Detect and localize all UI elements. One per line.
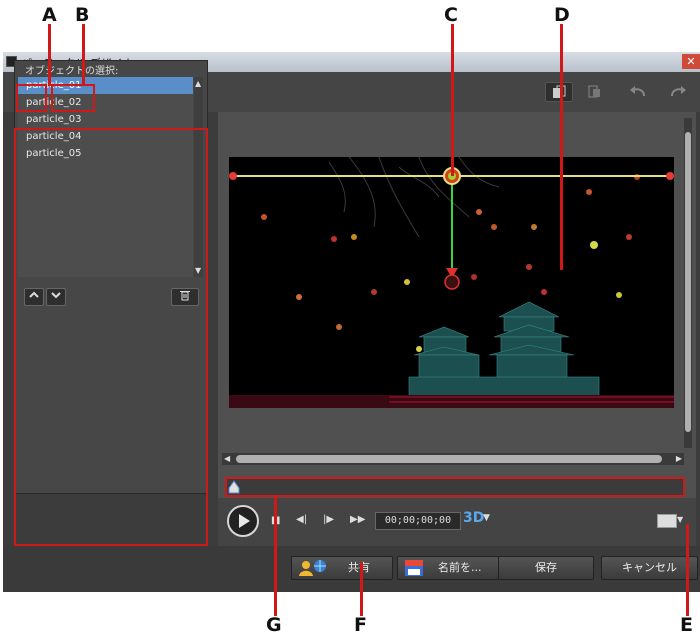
copy-glyph-icon (553, 85, 566, 98)
callout-c: C (444, 4, 458, 26)
save-as-icon (404, 559, 426, 585)
highlight-a (16, 84, 47, 112)
right-emitter-handle[interactable] (666, 172, 674, 180)
paste-icon[interactable] (581, 82, 607, 100)
scroll-up-icon[interactable]: ▲ (195, 79, 201, 88)
left-emitter-handle[interactable] (229, 172, 237, 180)
play-button[interactable] (227, 505, 259, 537)
cancel-button[interactable]: キャンセル (601, 556, 698, 580)
share-icon (298, 559, 328, 585)
display-mode-dropdown-icon[interactable]: ▼ (677, 515, 683, 524)
pointer-b (82, 24, 85, 86)
highlight-g (225, 477, 685, 497)
prev-frame-icon[interactable]: ◀| (296, 514, 307, 525)
next-frame-icon[interactable]: |▶ (323, 514, 334, 525)
emitter-path-overlay[interactable] (226, 160, 682, 290)
preview-vscroll[interactable] (684, 118, 692, 448)
highlight-object-panel (14, 128, 208, 546)
object-select-header: オブジェクトの選択: (25, 66, 119, 77)
save-as-button[interactable]: 名前を... (397, 556, 499, 580)
scroll-right-icon[interactable]: ▶ (676, 453, 682, 465)
callout-g: G (266, 614, 282, 636)
3d-dropdown-icon[interactable]: ▼ (483, 513, 490, 523)
callout-f: F (354, 614, 367, 636)
preview-hscroll[interactable]: ◀ ▶ (222, 453, 684, 465)
close-icon[interactable]: ✕ (682, 54, 700, 69)
share-button[interactable]: 共有 (291, 556, 393, 580)
save-button[interactable]: 保存 (498, 556, 594, 580)
pointer-a (48, 24, 51, 86)
play-icon (239, 514, 250, 528)
share-label: 共有 (348, 561, 370, 574)
callout-d: D (554, 4, 570, 26)
undo-icon[interactable] (625, 82, 651, 100)
vscroll-thumb[interactable] (685, 132, 691, 432)
callout-a: A (42, 4, 57, 26)
list-item[interactable]: particle_03 (18, 111, 193, 128)
callout-b: B (75, 4, 90, 26)
pointer-g (274, 495, 277, 616)
direction-handle[interactable] (444, 274, 460, 290)
redo-icon[interactable] (665, 82, 691, 100)
undo-glyph-icon (630, 86, 645, 97)
fast-forward-icon[interactable]: ▶▶ (350, 514, 365, 525)
3d-mode-button[interactable]: 3D (463, 510, 484, 526)
highlight-b (51, 84, 95, 112)
copy-icon[interactable] (545, 82, 573, 102)
scroll-left-icon[interactable]: ◀ (224, 453, 230, 465)
timecode-display[interactable]: 00;00;00;00 (375, 512, 461, 530)
redo-glyph-icon (671, 86, 686, 97)
display-mode-button[interactable] (657, 514, 677, 528)
pointer-e (686, 524, 689, 616)
pointer-f (360, 562, 363, 616)
pointer-d (560, 24, 563, 270)
save-as-label: 名前を... (438, 561, 482, 574)
pointer-c (451, 24, 454, 176)
callout-e: E (680, 614, 693, 636)
hscroll-thumb[interactable] (236, 455, 662, 463)
paste-glyph-icon (588, 85, 600, 98)
